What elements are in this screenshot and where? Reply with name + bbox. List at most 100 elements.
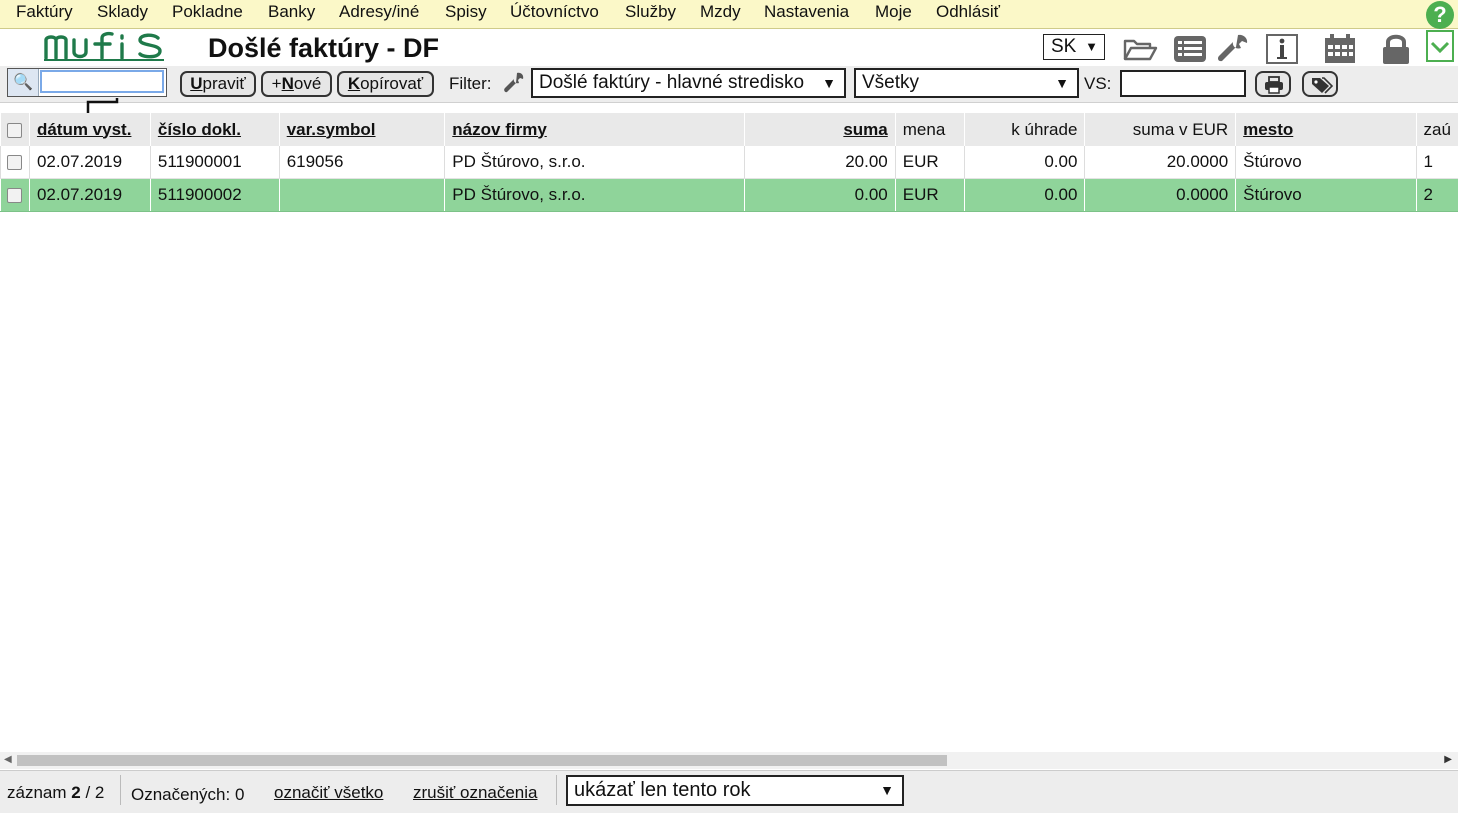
cell-currency: EUR bbox=[895, 146, 964, 179]
cell-sum: 0.00 bbox=[745, 179, 895, 212]
mufis-logo bbox=[42, 30, 166, 67]
divider bbox=[556, 775, 557, 805]
column-header-currency: mena bbox=[895, 113, 964, 146]
menu-item-sluzby[interactable]: Služby bbox=[625, 2, 676, 22]
copy-hotkey: K bbox=[348, 74, 360, 93]
unmark-all-link[interactable]: zrušiť označenia bbox=[413, 783, 538, 803]
column-header-var-symbol[interactable]: var.symbol bbox=[279, 113, 445, 146]
select-all-checkbox[interactable] bbox=[1, 113, 30, 146]
column-header-company[interactable]: názov firmy bbox=[445, 113, 745, 146]
column-header-to-pay: k úhrade bbox=[964, 113, 1085, 146]
record-total: / 2 bbox=[85, 783, 104, 802]
menu-item-mzdy[interactable]: Mzdy bbox=[700, 2, 741, 22]
cell-zau: 2 bbox=[1416, 179, 1458, 212]
cell-to-pay: 0.00 bbox=[964, 179, 1085, 212]
chevron-down-icon: ▼ bbox=[880, 777, 894, 804]
cell-var-symbol bbox=[279, 179, 445, 212]
column-header-date[interactable]: dátum vyst. bbox=[29, 113, 150, 146]
menu-item-banky[interactable]: Banky bbox=[268, 2, 315, 22]
filter-select-value: Došlé faktúry - hlavné stredisko bbox=[539, 72, 804, 93]
chevron-down-icon: ▼ bbox=[822, 70, 836, 96]
table-row[interactable]: 02.07.2019 511900001 619056 PD Štúrovo, … bbox=[1, 146, 1458, 179]
cell-var-symbol: 619056 bbox=[279, 146, 445, 179]
cell-doc-number: 511900002 bbox=[150, 179, 279, 212]
row-checkbox[interactable] bbox=[1, 179, 30, 212]
column-header-sum[interactable]: suma bbox=[745, 113, 895, 146]
wrench-icon[interactable] bbox=[1214, 33, 1250, 65]
language-select[interactable]: SK ▼ bbox=[1043, 34, 1105, 60]
edit-hotkey: U bbox=[190, 74, 202, 93]
copy-button[interactable]: Kopírovať bbox=[337, 71, 434, 97]
menu-item-adresy[interactable]: Adresy/iné bbox=[339, 2, 419, 22]
cell-sum-eur: 20.0000 bbox=[1085, 146, 1236, 179]
calendar-icon[interactable] bbox=[1322, 33, 1358, 65]
search-box: 🔍 bbox=[7, 68, 167, 97]
wrench-icon[interactable] bbox=[502, 72, 524, 94]
horizontal-scrollbar[interactable]: ◀ ▶ bbox=[0, 752, 1458, 769]
copy-label: opírovať bbox=[360, 74, 423, 93]
cell-city: Štúrovo bbox=[1236, 146, 1416, 179]
invoice-table: dátum vyst. číslo dokl. var.symbol názov… bbox=[0, 113, 1458, 212]
cell-sum: 20.00 bbox=[745, 146, 895, 179]
tags-button[interactable] bbox=[1302, 71, 1338, 97]
status-bar: záznam 2 / 2 Označených: 0 označiť všetk… bbox=[0, 770, 1458, 813]
menu-item-uctovnictvo[interactable]: Účtovníctvo bbox=[510, 2, 599, 22]
tags-icon bbox=[1311, 76, 1333, 94]
menu-item-nastavenia[interactable]: Nastavenia bbox=[764, 2, 849, 22]
status-select[interactable]: Všetky ▼ bbox=[854, 68, 1079, 98]
page-title: Došlé faktúry - DF bbox=[208, 33, 439, 64]
cell-to-pay: 0.00 bbox=[964, 146, 1085, 179]
menu-item-faktury[interactable]: Faktúry bbox=[16, 2, 73, 22]
year-filter-select[interactable]: ukázať len tento rok ▼ bbox=[566, 775, 904, 806]
column-header-city[interactable]: mesto bbox=[1236, 113, 1416, 146]
column-header-sum-eur: suma v EUR bbox=[1085, 113, 1236, 146]
record-current: 2 bbox=[71, 783, 80, 802]
lock-icon[interactable] bbox=[1378, 33, 1414, 65]
edit-label: praviť bbox=[203, 74, 246, 93]
search-input[interactable] bbox=[40, 70, 164, 93]
table-row-selected[interactable]: 02.07.2019 511900002 PD Štúrovo, s.r.o. … bbox=[1, 179, 1458, 212]
info-icon[interactable] bbox=[1264, 33, 1300, 65]
folder-icon[interactable] bbox=[1122, 33, 1158, 65]
row-checkbox[interactable] bbox=[1, 146, 30, 179]
help-icon[interactable]: ? bbox=[1426, 1, 1454, 29]
language-value: SK bbox=[1051, 36, 1076, 57]
list-icon[interactable] bbox=[1172, 33, 1208, 65]
cell-currency: EUR bbox=[895, 179, 964, 212]
menu-item-sklady[interactable]: Sklady bbox=[97, 2, 148, 22]
main-menu: Faktúry Sklady Pokladne Banky Adresy/iné… bbox=[0, 0, 1458, 29]
chevron-down-icon[interactable] bbox=[1426, 30, 1454, 62]
new-hotkey: N bbox=[282, 74, 294, 93]
printer-icon bbox=[1264, 76, 1284, 94]
cell-city: Štúrovo bbox=[1236, 179, 1416, 212]
filter-label: Filter: bbox=[449, 74, 492, 94]
menu-item-spisy[interactable]: Spisy bbox=[445, 2, 487, 22]
scroll-left-icon[interactable]: ◀ bbox=[4, 754, 12, 765]
column-header-doc-number[interactable]: číslo dokl. bbox=[150, 113, 279, 146]
menu-item-moje[interactable]: Moje bbox=[875, 2, 912, 22]
menu-item-odhlasit[interactable]: Odhlásiť bbox=[936, 2, 1000, 22]
filter-select[interactable]: Došlé faktúry - hlavné stredisko ▼ bbox=[531, 68, 846, 98]
menu-item-pokladne[interactable]: Pokladne bbox=[172, 2, 243, 22]
scrollbar-thumb[interactable] bbox=[17, 755, 947, 766]
year-filter-value: ukázať len tento rok bbox=[574, 779, 751, 801]
status-select-value: Všetky bbox=[862, 72, 919, 93]
cell-sum-eur: 0.0000 bbox=[1085, 179, 1236, 212]
cell-doc-number: 511900001 bbox=[150, 146, 279, 179]
edit-button[interactable]: Upraviť bbox=[180, 71, 256, 97]
cell-company: PD Štúrovo, s.r.o. bbox=[445, 146, 745, 179]
marked-count: Označených: 0 bbox=[131, 785, 244, 805]
divider bbox=[120, 775, 121, 805]
mark-all-link[interactable]: označiť všetko bbox=[274, 783, 383, 803]
search-icon[interactable]: 🔍 bbox=[8, 69, 39, 96]
vs-input[interactable] bbox=[1120, 70, 1246, 97]
cell-zau: 1 bbox=[1416, 146, 1458, 179]
new-button[interactable]: +Nové bbox=[261, 71, 332, 97]
scroll-right-icon[interactable]: ▶ bbox=[1444, 754, 1452, 765]
cell-date: 02.07.2019 bbox=[29, 179, 150, 212]
print-button[interactable] bbox=[1255, 71, 1291, 97]
table-header: dátum vyst. číslo dokl. var.symbol názov… bbox=[1, 113, 1458, 146]
new-prefix: + bbox=[272, 74, 282, 93]
cell-date: 02.07.2019 bbox=[29, 146, 150, 179]
chevron-down-icon: ▼ bbox=[1055, 70, 1069, 96]
